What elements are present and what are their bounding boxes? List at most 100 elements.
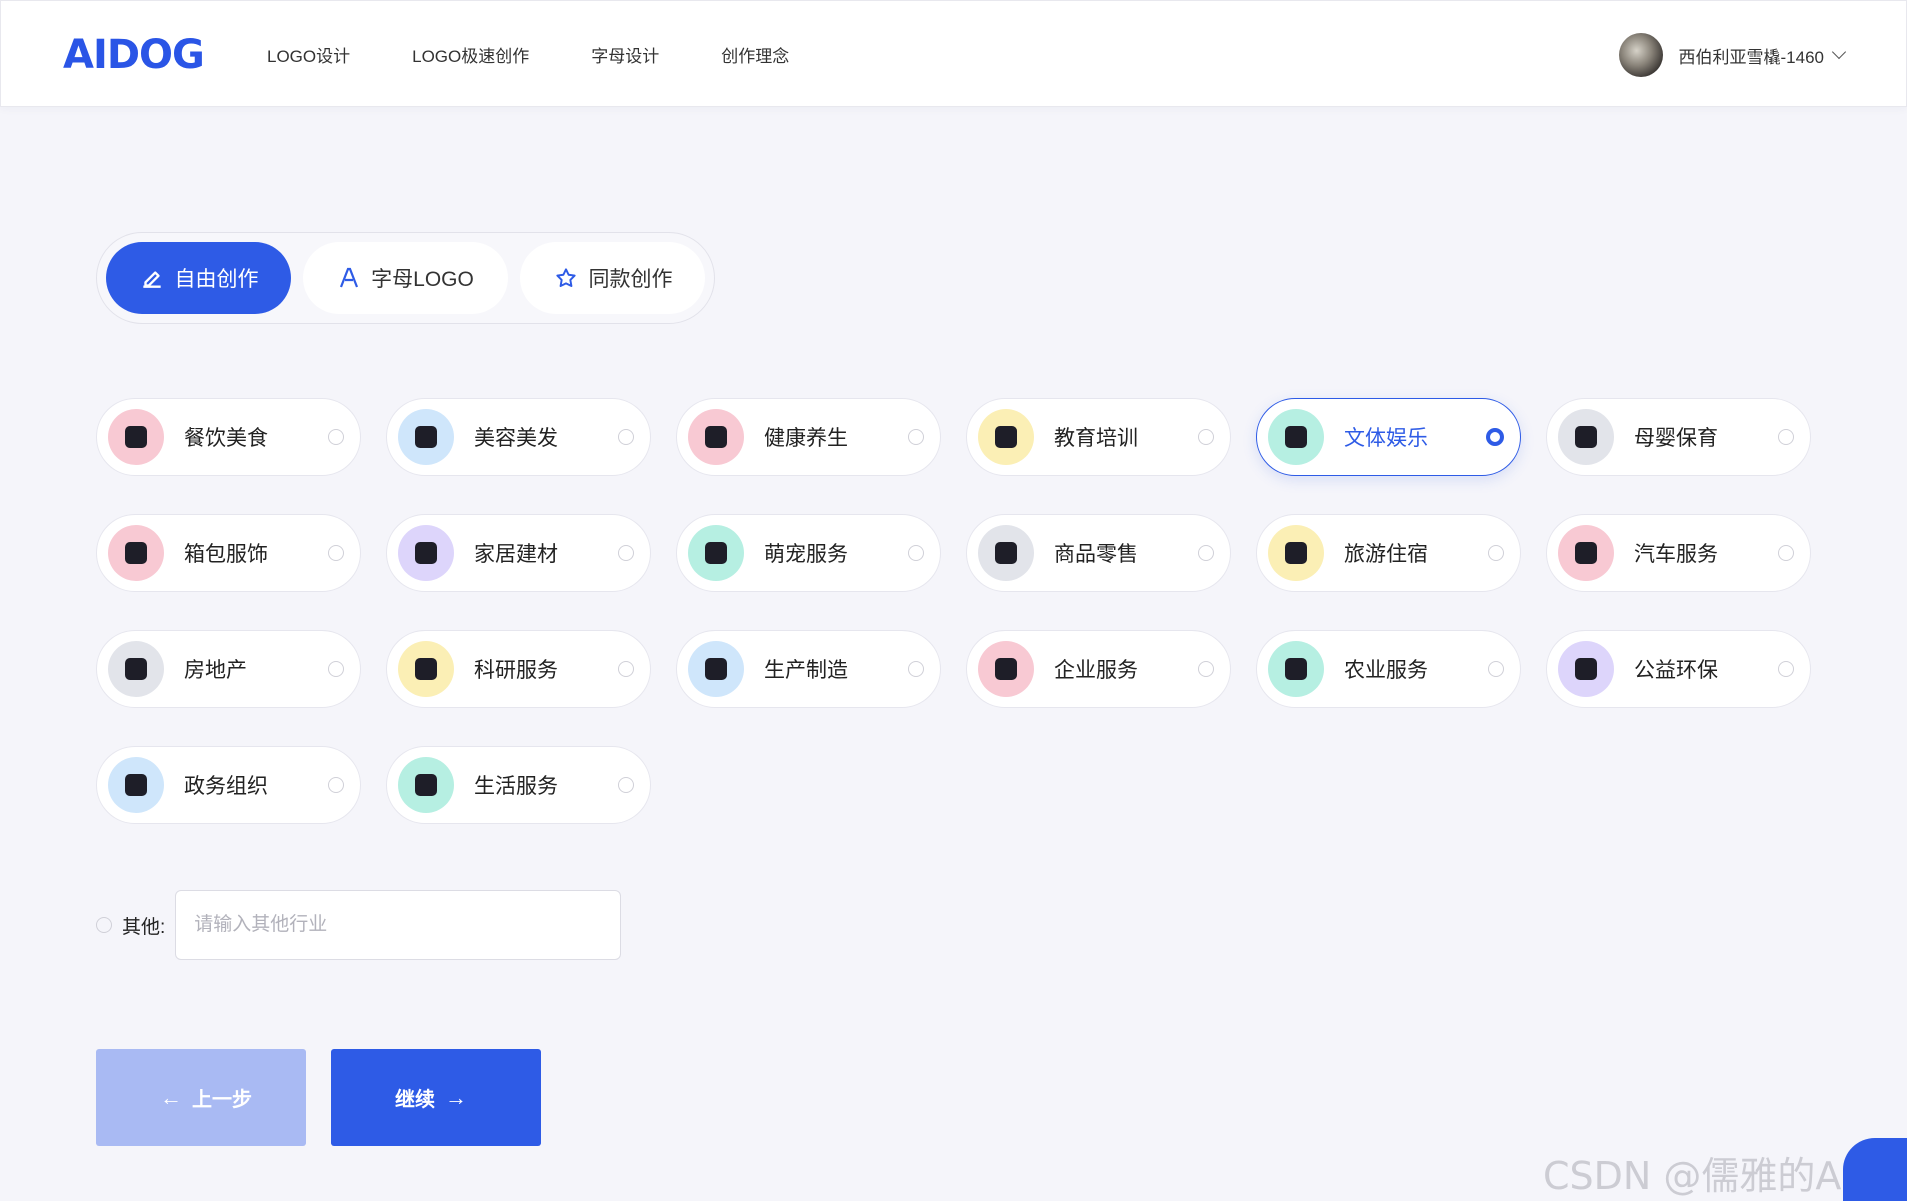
industry-label: 旅游住宿	[1344, 543, 1428, 566]
nav-letter-design[interactable]: 字母设计	[591, 42, 659, 67]
paw-icon	[705, 542, 727, 564]
flag-document-icon	[125, 774, 147, 796]
industry-card[interactable]: 家居建材	[386, 514, 651, 592]
icon-circle	[398, 525, 454, 581]
icon-circle	[688, 525, 744, 581]
icon-circle	[1558, 525, 1614, 581]
icon-circle	[978, 641, 1034, 697]
radio-button[interactable]	[328, 661, 344, 677]
industry-card[interactable]: 生活服务	[386, 746, 651, 824]
icon-circle	[398, 409, 454, 465]
tab-label: 字母LOGO	[371, 268, 474, 291]
radio-button[interactable]	[328, 777, 344, 793]
industry-card[interactable]: 母婴保育	[1546, 398, 1811, 476]
radio-button[interactable]	[1198, 661, 1214, 677]
tab-free-create[interactable]: 自由创作	[106, 242, 291, 314]
radio-button[interactable]	[908, 545, 924, 561]
icon-circle	[1268, 409, 1324, 465]
industry-card[interactable]: 美容美发	[386, 398, 651, 476]
icon-circle	[1268, 641, 1324, 697]
radio-button[interactable]	[618, 661, 634, 677]
sparkle-star-icon	[555, 268, 576, 287]
industry-card[interactable]: 旅游住宿	[1256, 514, 1521, 592]
industry-card[interactable]: 生产制造	[676, 630, 941, 708]
radio-button[interactable]	[1778, 429, 1794, 445]
industry-card[interactable]: 教育培训	[966, 398, 1231, 476]
industry-card[interactable]: 萌宠服务	[676, 514, 941, 592]
building-icon	[125, 658, 147, 680]
radio-button[interactable]	[618, 777, 634, 793]
industry-card[interactable]: 房地产	[96, 630, 361, 708]
radio-button[interactable]	[618, 545, 634, 561]
radio-button[interactable]	[1486, 428, 1504, 446]
radio-button[interactable]	[1778, 661, 1794, 677]
other-industry-input[interactable]	[175, 890, 622, 960]
graduation-cap-icon	[995, 426, 1017, 448]
previous-step-button[interactable]: ← 上一步	[96, 1049, 306, 1146]
industry-card[interactable]: 箱包服饰	[96, 514, 361, 592]
continue-button[interactable]: 继续 →	[331, 1049, 541, 1146]
radio-button[interactable]	[1198, 545, 1214, 561]
industry-label: 汽车服务	[1634, 543, 1718, 566]
arrow-right-icon: →	[445, 1084, 467, 1110]
industry-card[interactable]: 健康养生	[676, 398, 941, 476]
basketball-icon	[1285, 426, 1307, 448]
industry-label: 美容美发	[474, 427, 558, 450]
radio-button[interactable]	[1488, 545, 1504, 561]
industry-label: 房地产	[184, 659, 247, 682]
tab-letter-logo[interactable]: 字母LOGO	[303, 242, 508, 314]
icon-circle	[108, 641, 164, 697]
gear-wrench-icon	[705, 658, 727, 680]
aidog-logo[interactable]: AIDOG	[63, 31, 205, 79]
nav-logo-quick-create[interactable]: LOGO极速创作	[412, 42, 529, 67]
store-icon	[995, 542, 1017, 564]
industry-card[interactable]: 政务组织	[96, 746, 361, 824]
other-radio-button[interactable]	[96, 917, 112, 933]
radio-button[interactable]	[1778, 545, 1794, 561]
industry-label: 公益环保	[1634, 659, 1718, 682]
logo-text: AIDOG	[63, 32, 205, 78]
industry-card[interactable]: 科研服务	[386, 630, 651, 708]
radio-button[interactable]	[1488, 661, 1504, 677]
industry-label: 企业服务	[1054, 659, 1138, 682]
industry-card[interactable]: 商品零售	[966, 514, 1231, 592]
main-nav: LOGO设计 LOGO极速创作 字母设计 创作理念	[267, 1, 851, 108]
industry-card[interactable]: 文体娱乐	[1256, 398, 1521, 476]
mother-baby-icon	[1575, 426, 1597, 448]
icon-circle	[108, 757, 164, 813]
industry-card[interactable]: 餐饮美食	[96, 398, 361, 476]
industry-card[interactable]: 农业服务	[1256, 630, 1521, 708]
food-cloche-icon	[125, 426, 147, 448]
user-menu[interactable]: 西伯利亚雪橇-1460	[1618, 33, 1847, 77]
car-icon	[1575, 542, 1597, 564]
floating-help-button[interactable]	[1843, 1138, 1907, 1201]
radio-button[interactable]	[908, 661, 924, 677]
radio-button[interactable]	[328, 545, 344, 561]
icon-circle	[1558, 641, 1614, 697]
radio-button[interactable]	[328, 429, 344, 445]
avatar[interactable]	[1618, 33, 1663, 77]
nav-logo-design[interactable]: LOGO设计	[267, 42, 350, 67]
top-header: AIDOG LOGO设计 LOGO极速创作 字母设计 创作理念 西伯利亚雪橇-1…	[0, 0, 1907, 107]
icon-circle	[978, 409, 1034, 465]
tab-label: 自由创作	[174, 268, 259, 291]
icon-circle	[108, 409, 164, 465]
nav-creative-concept[interactable]: 创作理念	[721, 42, 789, 67]
radio-button[interactable]	[908, 429, 924, 445]
shopping-bag-icon	[125, 542, 147, 564]
other-industry-row: 其他:	[96, 890, 622, 960]
icon-circle	[398, 641, 454, 697]
radio-button[interactable]	[1198, 429, 1214, 445]
industry-card[interactable]: 公益环保	[1546, 630, 1811, 708]
radio-button[interactable]	[618, 429, 634, 445]
industry-label: 箱包服饰	[184, 543, 268, 566]
industry-card[interactable]: 汽车服务	[1546, 514, 1811, 592]
icon-circle	[1268, 525, 1324, 581]
icon-circle	[688, 641, 744, 697]
leaf-icon	[1285, 658, 1307, 680]
tab-same-style[interactable]: 同款创作	[520, 242, 705, 314]
next-label: 继续	[395, 1089, 435, 1111]
letter-a-icon	[340, 267, 359, 288]
industry-card[interactable]: 企业服务	[966, 630, 1231, 708]
icon-circle	[108, 525, 164, 581]
